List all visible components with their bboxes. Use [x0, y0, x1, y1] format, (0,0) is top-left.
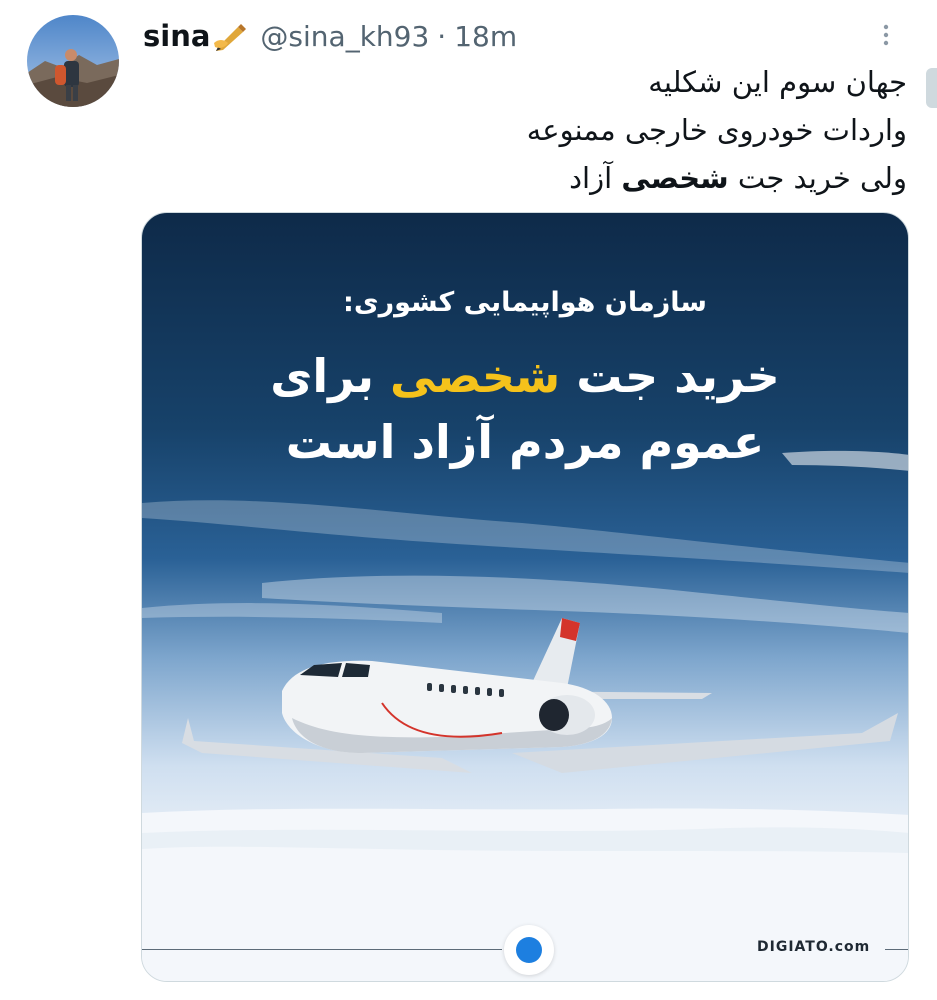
- separator-dot: ·: [437, 19, 447, 53]
- headline-highlight: شخصی: [390, 349, 561, 403]
- scrollbar[interactable]: [926, 68, 937, 108]
- display-name[interactable]: sina: [143, 19, 210, 53]
- writing-hand-icon: [212, 21, 248, 51]
- tweet-media-image[interactable]: سازمان هواپیمایی کشوری: خرید جت شخصی برا…: [141, 212, 909, 982]
- brand-watermark: DIGIATO.com: [757, 939, 871, 955]
- tweet-header: sina @sina_kh93 · 18m: [143, 14, 517, 58]
- divider-line: [885, 949, 908, 950]
- headline-row: عموم مردم آزاد است: [285, 415, 765, 469]
- tweet-text-line: واردات خودروی خارجی ممنوعه: [526, 113, 907, 147]
- tweet-text-line: ولی خرید جت شخصی آزاد: [569, 161, 907, 195]
- tweet-text-line: جهان سوم این شکلیه: [648, 65, 907, 99]
- brand-logo-icon: [504, 925, 554, 975]
- avatar[interactable]: [27, 15, 119, 107]
- tweet-text: جهان سوم این شکلیه واردات خودروی خارجی م…: [147, 58, 907, 202]
- jet-photo: [142, 450, 908, 981]
- image-subtitle: سازمان هواپیمایی کشوری:: [343, 287, 707, 318]
- headline-row: خرید جت شخصی برای: [270, 349, 780, 403]
- divider-line: [142, 949, 502, 950]
- timestamp[interactable]: 18m: [454, 20, 517, 53]
- user-handle[interactable]: @sina_kh93: [260, 20, 429, 53]
- more-options-icon[interactable]: [879, 22, 893, 52]
- tweet-card[interactable]: sina @sina_kh93 · 18m جهان سوم این شکلیه…: [0, 0, 937, 1000]
- bold-word: شخصی: [621, 161, 729, 195]
- image-headline: خرید جت شخصی برای عموم مردم آزاد است: [142, 343, 908, 475]
